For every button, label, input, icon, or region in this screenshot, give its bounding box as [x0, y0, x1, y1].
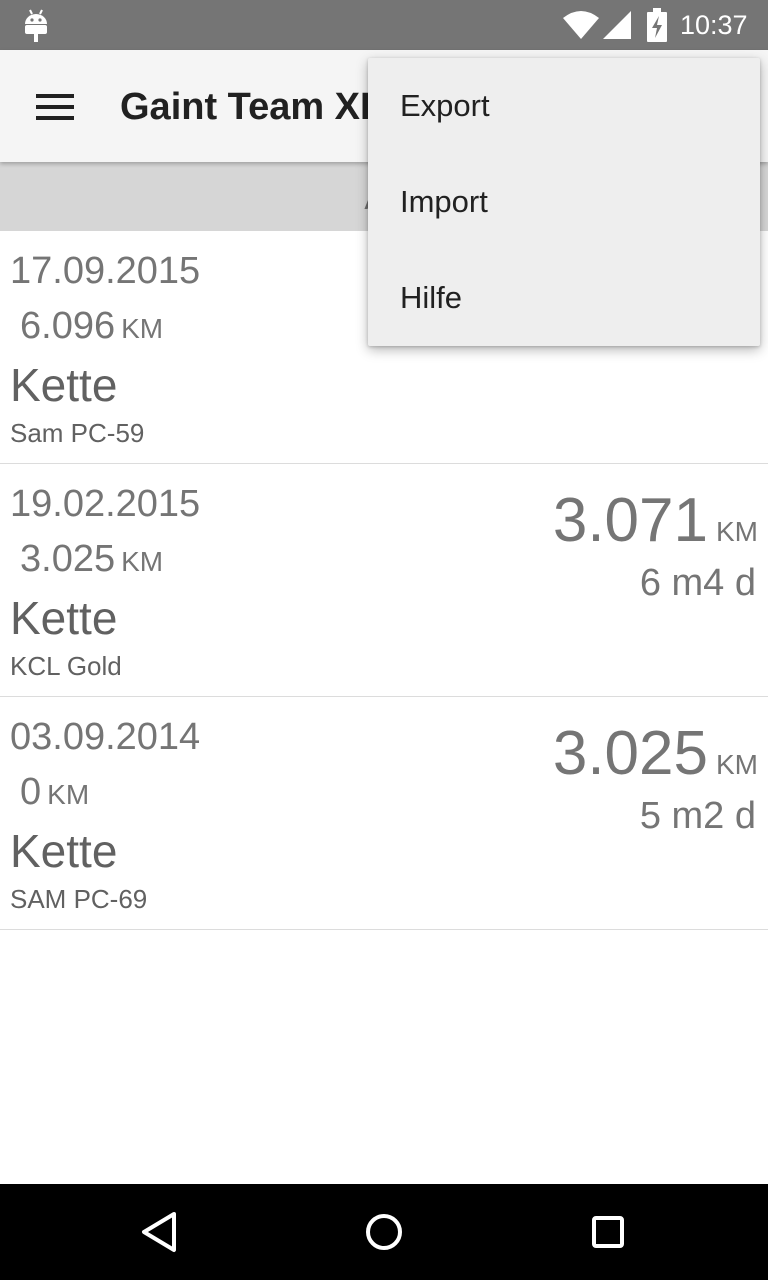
- android-icon: [25, 9, 47, 42]
- start-km-value: 3.025: [20, 538, 116, 580]
- overflow-menu: Export Import Hilfe: [368, 58, 760, 346]
- entry-date: 19.02.2015: [10, 483, 201, 525]
- menu-item-hilfe[interactable]: Hilfe: [368, 250, 760, 346]
- start-km-unit: KM: [47, 779, 90, 810]
- battery-charging-icon: [647, 8, 667, 42]
- part-model: SAM PC-69: [10, 884, 148, 914]
- start-km-value: 6.096: [20, 305, 116, 347]
- list-item[interactable]: 03.09.2014 0 KM Kette SAM PC-69 3.025 KM 5…: [0, 697, 768, 930]
- distance: 3.025 KM: [553, 719, 758, 789]
- part-name: Kette: [10, 825, 118, 877]
- home-icon: [366, 1214, 402, 1250]
- menu-item-label: Import: [400, 184, 488, 219]
- duration: 6 m4 d: [639, 562, 756, 604]
- start-km: 3.025 KM: [20, 536, 163, 585]
- recents-button[interactable]: [578, 1202, 638, 1262]
- entry-date: 03.09.2014: [10, 716, 201, 758]
- distance-unit: KM: [716, 516, 758, 547]
- part-name: Kette: [10, 592, 118, 644]
- menu-item-label: Export: [400, 88, 490, 123]
- start-km: 6.096 KM: [20, 303, 163, 352]
- part-model: Sam PC-59: [10, 418, 145, 448]
- start-km-unit: KM: [121, 313, 164, 344]
- navigation-menu-button[interactable]: [22, 78, 90, 134]
- list-item[interactable]: 19.02.2015 3.025 KM Kette KCL Gold 3.071 K…: [0, 464, 768, 697]
- signal-icon: [603, 11, 631, 39]
- duration: 5 m2 d: [639, 795, 756, 837]
- start-km-value: 0: [20, 771, 42, 813]
- menu-item-label: Hilfe: [400, 280, 463, 315]
- distance-unit: KM: [716, 749, 758, 780]
- part-name: Kette: [10, 359, 118, 411]
- recents-icon: [592, 1216, 624, 1248]
- menu-item-import[interactable]: Import: [368, 154, 760, 250]
- distance: 3.071 KM: [553, 486, 758, 556]
- part-model: KCL Gold: [10, 651, 122, 681]
- back-button[interactable]: [130, 1202, 190, 1262]
- home-button[interactable]: [354, 1202, 414, 1262]
- distance-value: 3.025: [552, 719, 708, 788]
- hamburger-menu-icon: [36, 94, 74, 120]
- start-km: 0 KM: [20, 769, 89, 818]
- wifi-icon: [563, 11, 599, 39]
- status-clock: 10:37: [680, 10, 748, 40]
- back-icon: [142, 1212, 176, 1252]
- start-km-unit: KM: [121, 546, 164, 577]
- menu-item-export[interactable]: Export: [368, 58, 760, 154]
- entry-date: 17.09.2015: [10, 250, 201, 292]
- distance-value: 3.071: [552, 486, 708, 555]
- status-bar: 10:37: [0, 0, 768, 50]
- screen: 10:37 Gaint Team XL An 17.09.2015 6.096K…: [0, 0, 768, 1280]
- navigation-bar: [0, 1184, 768, 1280]
